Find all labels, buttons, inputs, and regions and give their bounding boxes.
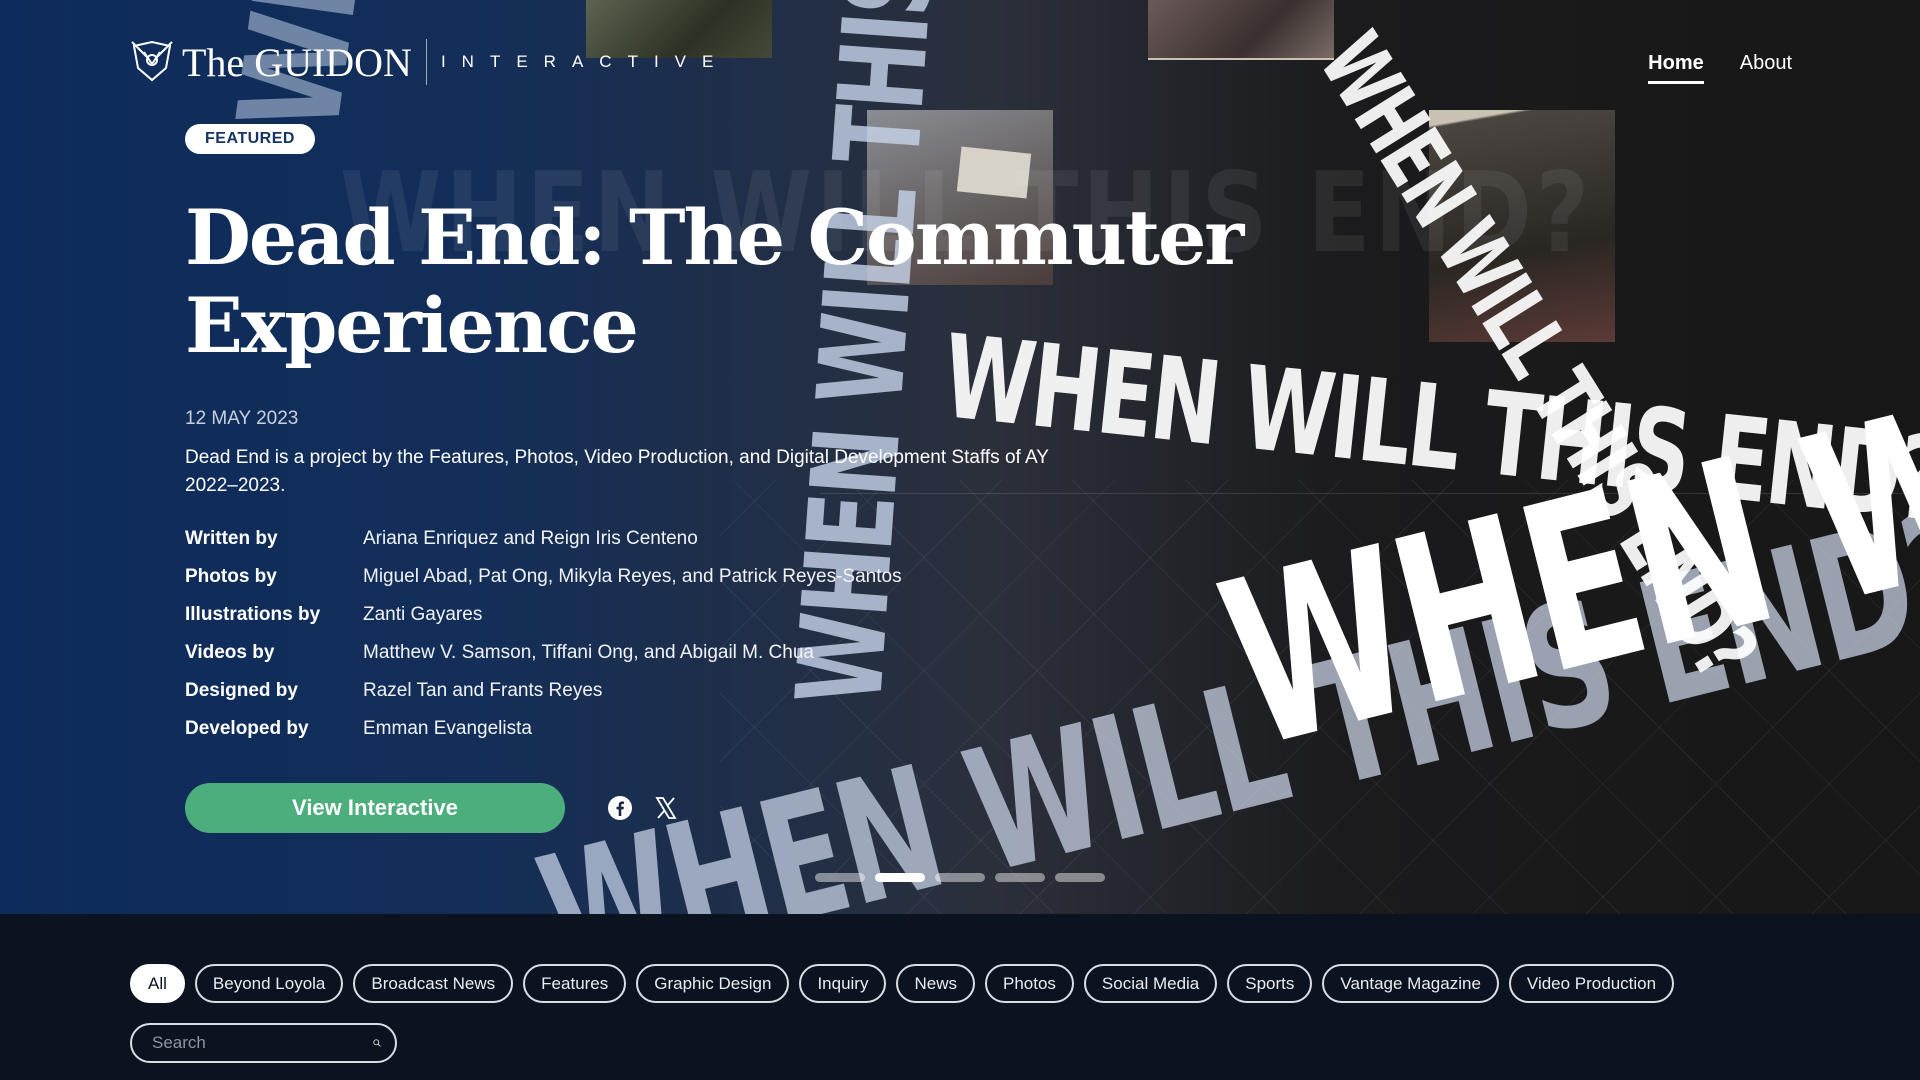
facebook-icon[interactable] [607,795,633,821]
carousel-dot[interactable] [815,873,865,882]
credit-label: Illustrations by [185,604,321,625]
credit-row: Written by Ariana Enriquez and Reign Iri… [185,520,1125,558]
credit-label: Developed by [185,718,309,739]
brand-name: The GUIDON [182,39,412,85]
filter-chip-news[interactable]: News [896,964,975,1003]
credit-row: Illustrations by Zanti Gayares [185,596,1125,634]
filter-chip-features[interactable]: Features [523,964,627,1003]
credit-value: Miguel Abad, Pat Ong, Mikyla Reyes, and … [363,566,902,587]
filter-chip-all[interactable]: All [130,964,185,1003]
nav-links: Home About [1648,52,1792,84]
search-input[interactable] [152,1033,373,1053]
credit-label: Written by [185,528,278,549]
credit-value: Ariana Enriquez and Reign Iris Centeno [363,528,698,549]
credit-row: Photos by Miguel Abad, Pat Ong, Mikyla R… [185,558,1125,596]
credit-value: Matthew V. Samson, Tiffani Ong, and Abig… [363,642,814,663]
x-icon[interactable] [653,795,679,821]
filter-chip-broadcast-news[interactable]: Broadcast News [353,964,514,1003]
search-icon[interactable] [373,1032,381,1054]
category-filters: All Beyond Loyola Broadcast News Feature… [130,964,1675,1003]
credit-value: Zanti Gayares [363,604,483,625]
story-title: Dead End: The Commuter Experience [185,193,1244,370]
filter-chip-beyond-loyola[interactable]: Beyond Loyola [194,964,344,1003]
story-date: 12 MAY 2023 [185,408,299,429]
view-interactive-button[interactable]: View Interactive [185,783,565,833]
credit-label: Designed by [185,680,298,701]
credits-list: Written by Ariana Enriquez and Reign Iri… [185,520,1125,748]
carousel-dot-active[interactable] [875,873,925,882]
story-description: Dead End is a project by the Features, P… [185,447,1049,496]
credit-value: Razel Tan and Frants Reyes [363,680,603,701]
filter-chip-graphic-design[interactable]: Graphic Design [636,964,790,1003]
filter-chip-social-media[interactable]: Social Media [1083,964,1218,1003]
filter-chip-photos[interactable]: Photos [984,964,1074,1003]
carousel-indicators [815,873,1105,882]
nav-home[interactable]: Home [1648,52,1704,84]
filter-chip-sports[interactable]: Sports [1227,964,1313,1003]
featured-badge: FEATURED [185,124,315,154]
story-actions: View Interactive [185,783,1125,833]
credit-row: Videos by Matthew V. Samson, Tiffani Ong… [185,634,1125,672]
brand-subtitle: INTERACTIVE [440,52,730,71]
hero-banner: WHEN WILL THIS END? WHEN WILL THIS END? … [0,0,1920,914]
credit-label: Videos by [185,642,275,663]
credit-row: Developed by Emman Evangelista [185,710,1125,748]
filter-chip-inquiry[interactable]: Inquiry [799,964,887,1003]
carousel-dot[interactable] [935,873,985,882]
credit-row: Designed by Razel Tan and Frants Reyes [185,672,1125,710]
guidon-crest-icon [131,40,173,82]
nav-about[interactable]: About [1740,52,1792,84]
filter-chip-vantage-magazine[interactable]: Vantage Magazine [1322,964,1499,1003]
top-nav: The GUIDON INTERACTIVE Home About [0,0,1920,120]
share-links [607,795,679,821]
filter-chip-video-production[interactable]: Video Production [1508,964,1675,1003]
credit-value: Emman Evangelista [363,718,532,739]
logo-separator [425,39,427,85]
search-box [130,1023,397,1063]
carousel-dot[interactable] [1055,873,1105,882]
credit-label: Photos by [185,566,277,587]
carousel-dot[interactable] [995,873,1045,882]
featured-story: FEATURED Dead End: The Commuter Experien… [185,124,1244,833]
site-logo[interactable]: The GUIDON INTERACTIVE [128,38,729,86]
